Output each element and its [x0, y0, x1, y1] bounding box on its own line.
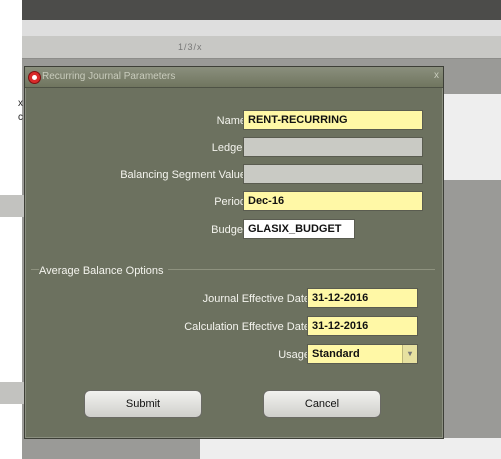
submit-button[interactable]: Submit — [84, 390, 202, 418]
usage-select[interactable]: Standard ▾ — [307, 344, 418, 364]
budget-field[interactable]: GLASIX_BUDGET — [243, 219, 355, 239]
left-edge-fragment — [0, 382, 26, 404]
journal-effective-date-label: Journal Effective Date — [202, 293, 310, 305]
balancing-segment-label: Balancing Segment Value — [120, 169, 246, 181]
period-field[interactable]: Dec-16 — [243, 191, 423, 211]
budget-label: Budget — [211, 224, 246, 236]
chevron-down-icon[interactable]: ▾ — [402, 345, 417, 363]
balancing-segment-field — [243, 164, 423, 184]
calculation-effective-date-label: Calculation Effective Date — [184, 321, 310, 333]
background-panel-bottom — [200, 438, 501, 459]
left-edge-text: c — [18, 112, 23, 123]
window-top-bar — [22, 0, 501, 20]
left-edge-fragment — [0, 195, 26, 217]
ledger-label: Ledger — [211, 142, 246, 154]
ledger-field — [243, 137, 423, 157]
dialog-titlebar[interactable]: Recurring Journal Parameters x — [25, 67, 443, 88]
calculation-effective-date-field[interactable]: 31-12-2016 — [307, 316, 418, 336]
cancel-button[interactable]: Cancel — [263, 390, 381, 418]
background-panel — [440, 94, 501, 180]
toolbar-hint-text: 1/3/x — [178, 42, 203, 52]
average-balance-options-title: Average Balance Options — [39, 265, 168, 277]
usage-label: Usage — [278, 349, 310, 361]
dialog-title: Recurring Journal Parameters — [42, 71, 176, 82]
name-field[interactable]: RENT-RECURRING — [243, 110, 423, 130]
close-icon[interactable]: x — [434, 70, 439, 81]
toolbar-strip — [22, 36, 501, 59]
oracle-app-icon — [28, 71, 41, 84]
left-edge-text: x — [18, 98, 23, 109]
recurring-journal-parameters-dialog: Recurring Journal Parameters x Name RENT… — [24, 66, 444, 439]
menu-bar — [22, 20, 501, 36]
period-label: Period — [214, 196, 246, 208]
journal-effective-date-field[interactable]: 31-12-2016 — [307, 288, 418, 308]
usage-value: Standard — [312, 348, 360, 360]
name-label: Name — [216, 115, 246, 127]
